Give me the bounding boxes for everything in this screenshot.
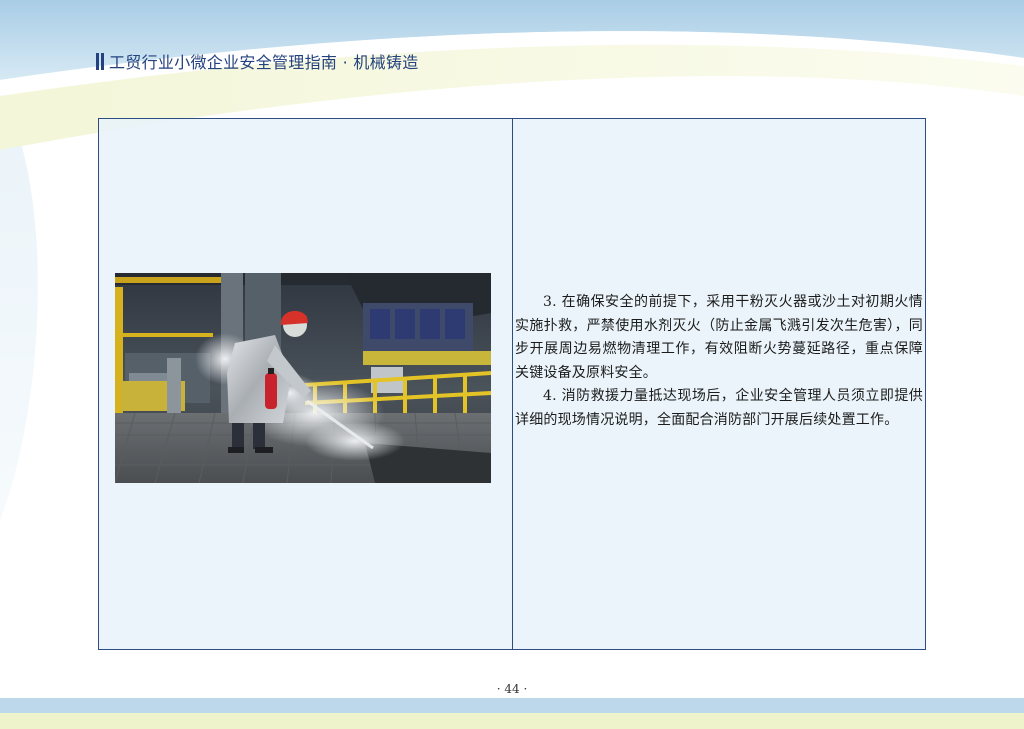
content-table: 3. 在确保安全的前提下，采用干粉灭火器或沙土对初期火情实施扑救，严禁使用水剂灭… bbox=[98, 118, 926, 650]
header-bar-icon bbox=[96, 52, 104, 70]
paragraph-3: 3. 在确保安全的前提下，采用干粉灭火器或沙土对初期火情实施扑救，严禁使用水剂灭… bbox=[515, 294, 923, 381]
fire-extinguisher-photo bbox=[115, 273, 491, 483]
header-title: 工贸行业小微企业安全管理指南 · 机械铸造 bbox=[109, 53, 419, 72]
page-header: 工贸行业小微企业安全管理指南 · 机械铸造 bbox=[96, 50, 419, 72]
instructions-text: 3. 在确保安全的前提下，采用干粉灭火器或沙土对初期火情实施扑救，严禁使用水剂灭… bbox=[515, 291, 923, 432]
page-number: · 44 · bbox=[496, 682, 528, 696]
image-cell bbox=[99, 119, 513, 649]
paragraph-4: 4. 消防救援力量抵达现场后，企业安全管理人员须立即提供详细的现场情况说明，全面… bbox=[515, 388, 923, 428]
text-cell: 3. 在确保安全的前提下，采用干粉灭火器或沙土对初期火情实施扑救，严禁使用水剂灭… bbox=[513, 119, 925, 649]
photo-illustration bbox=[115, 273, 491, 483]
